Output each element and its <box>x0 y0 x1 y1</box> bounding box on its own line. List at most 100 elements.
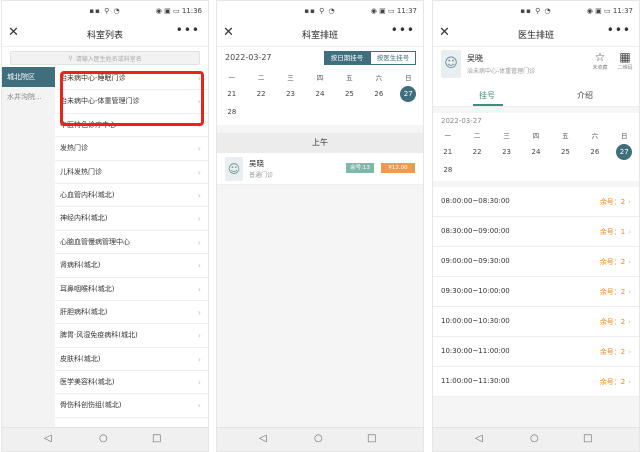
calendar-day[interactable]: 22 <box>246 85 275 103</box>
time-slot-row[interactable]: 10:30:00~11:00:00 余号：2 › <box>433 337 639 367</box>
register-by-date-button[interactable]: 按日期挂号 <box>324 51 370 65</box>
doctor-avatar: ☺ <box>441 50 461 78</box>
calendar-day[interactable]: 28 <box>217 103 247 121</box>
slot-remaining: 余号：2 › <box>600 197 631 207</box>
slot-remaining-label: 余号：2 <box>599 288 626 296</box>
recent-apps-icon[interactable]: □ <box>152 433 161 444</box>
department-item[interactable]: 中医特色诊疗中心 › <box>55 114 208 138</box>
calendar-day[interactable]: 25 <box>551 143 580 161</box>
slot-time: 10:30:00~11:00:00 <box>441 347 510 355</box>
calendar-day[interactable]: 23 <box>492 143 521 161</box>
weekday-label: 三 <box>503 132 510 140</box>
selected-date: 2022-03-27 <box>225 53 272 62</box>
calendar-day[interactable]: 23 <box>276 85 305 103</box>
time-slot-row[interactable]: 08:30:00~09:00:00 余号：1 › <box>433 217 639 247</box>
recent-apps-icon[interactable]: □ <box>367 433 376 444</box>
department-item[interactable]: 心血管内科(城北) › <box>55 184 208 208</box>
calendar-day[interactable]: 25 <box>335 85 364 103</box>
chevron-right-icon: › <box>197 354 201 364</box>
active-tab-indicator <box>473 104 503 106</box>
time-slot-row[interactable]: 10:00:00~10:30:00 余号：2 › <box>433 307 639 337</box>
slot-remaining: 余号：1 › <box>600 227 631 237</box>
chevron-right-icon: › <box>628 348 631 356</box>
campus-sidebar: 城北院区 水井沟院... <box>2 67 55 427</box>
department-item[interactable]: 治未病中心-睡眠门诊 › <box>55 67 208 91</box>
sidebar-item-campus[interactable]: 城北院区 <box>2 67 55 87</box>
more-icon[interactable]: ••• <box>391 23 415 37</box>
department-item[interactable]: 心脑血管慢病管理中心 › <box>55 231 208 255</box>
home-icon[interactable]: ○ <box>314 433 323 444</box>
week-row: 28 <box>217 103 423 121</box>
tab-register[interactable]: 挂号 <box>479 90 495 101</box>
more-icon[interactable]: ••• <box>607 23 631 37</box>
department-label: 发热门诊 <box>60 144 88 153</box>
chevron-right-icon: › <box>628 258 631 266</box>
department-label: 中医特色诊疗中心 <box>60 120 116 129</box>
chevron-right-icon: › <box>197 261 201 271</box>
department-item[interactable]: 神经内科(城北) › <box>55 207 208 231</box>
time-slot-row[interactable]: 08:00:00~08:30:00 余号：2 › <box>433 187 639 217</box>
department-label: 肝胆病科(城北) <box>60 307 108 316</box>
calendar-day[interactable]: 24 <box>521 143 550 161</box>
department-item[interactable]: 皮肤科(城北) › <box>55 348 208 372</box>
calendar-day[interactable]: 22 <box>462 143 491 161</box>
nav-bar: ✕ 医生排班 ••• <box>433 21 639 47</box>
home-icon[interactable]: ○ <box>99 433 108 444</box>
calendar-day[interactable]: 26 <box>580 143 609 161</box>
department-item[interactable]: 儿科发热门诊 › <box>55 161 208 184</box>
chevron-right-icon: › <box>197 74 201 83</box>
slot-remaining-label: 余号：2 <box>599 258 626 266</box>
department-label: 医学美容科(城北) <box>60 378 115 387</box>
back-icon[interactable]: ◁ <box>259 433 267 444</box>
chevron-right-icon: › <box>197 190 201 200</box>
calendar-day[interactable]: 27 <box>394 85 423 103</box>
tab-intro[interactable]: 介绍 <box>577 90 593 101</box>
week-row: 21 22 23 24 25 26 27 <box>433 143 639 161</box>
chevron-right-icon: › <box>628 198 631 206</box>
department-item[interactable]: 发热门诊 › <box>55 137 208 161</box>
android-nav-bar: ◁ ○ □ <box>433 427 639 451</box>
weekday-label: 六 <box>591 132 599 140</box>
calendar-day[interactable]: 24 <box>305 85 334 103</box>
calendar-day[interactable]: 27 <box>610 143 639 161</box>
qrcode-button[interactable]: ▦ 二维码 <box>616 50 634 71</box>
favorite-button[interactable]: ☆ 未收藏 <box>591 50 609 71</box>
department-item[interactable]: 骨伤科创伤组(城北) › <box>55 394 208 418</box>
recent-apps-icon[interactable]: □ <box>583 433 592 444</box>
qrcode-icon: ▦ <box>619 50 631 64</box>
department-label: 儿科发热门诊 <box>60 167 102 176</box>
department-item[interactable]: 耳鼻咽喉科(城北) › <box>55 278 208 301</box>
search-input[interactable]: ⚲ 请输入医生姓名或科室名 <box>10 51 200 65</box>
phone-doctor-schedule: ▪▪ ⚲ ◔ ◉ ▣ ▭ 11:37 ✕ 医生排班 ••• ☺ 吴晓 治未病中心… <box>432 0 640 452</box>
time-slot-row[interactable]: 09:00:00~09:30:00 余号：2 › <box>433 247 639 277</box>
department-label: 皮肤科(城北) <box>60 354 101 363</box>
time-slot-row[interactable]: 09:30:00~10:00:00 余号：2 › <box>433 277 639 307</box>
calendar-day[interactable]: 28 <box>433 161 463 179</box>
back-icon[interactable]: ◁ <box>44 433 52 444</box>
register-by-doctor-button[interactable]: 按医生挂号 <box>370 51 416 65</box>
nav-bar: ✕ 科室列表 ••• <box>2 21 208 47</box>
doctor-card[interactable]: ☺ 吴晓 普通门诊 余号:13 ¥12.00 <box>217 153 423 185</box>
doctor-name: 吴晓 <box>249 159 264 168</box>
calendar-day[interactable]: 21 <box>433 143 462 161</box>
more-icon[interactable]: ••• <box>176 23 200 37</box>
chevron-right-icon: › <box>197 284 201 294</box>
department-item[interactable]: 肾病科(城北) › <box>55 254 208 278</box>
sidebar-item-campus[interactable]: 水井沟院... <box>2 87 55 107</box>
back-icon[interactable]: ◁ <box>475 433 483 444</box>
department-label: 神经内科(城北) <box>60 214 108 223</box>
department-item[interactable]: 医学美容科(城北) › <box>55 371 208 395</box>
chevron-right-icon: › <box>197 144 201 154</box>
department-list: 治未病中心-睡眠门诊 › 治未病中心-体重管理门诊 › 中医特色诊疗中心 › 发热门诊 › 儿科… <box>55 67 208 427</box>
status-time: ◉ ▣ ▭ 11:36 <box>155 7 202 15</box>
time-slot-row[interactable]: 11:00:00~11:30:00 余号：2 › <box>433 367 639 397</box>
department-item[interactable]: 肝胆病科(城北) › <box>55 301 208 325</box>
home-icon[interactable]: ○ <box>530 433 539 444</box>
department-item[interactable]: 脾胃·风湿免疫病科(城北) › <box>55 324 208 348</box>
department-item[interactable]: 治未病中心-体重管理门诊 › <box>55 90 208 114</box>
calendar-day[interactable]: 21 <box>217 85 246 103</box>
slot-remaining: 余号：2 › <box>600 317 631 327</box>
weekday-label: 一 <box>444 132 451 140</box>
calendar-day[interactable]: 26 <box>364 85 393 103</box>
weekday-label: 二 <box>257 74 265 82</box>
